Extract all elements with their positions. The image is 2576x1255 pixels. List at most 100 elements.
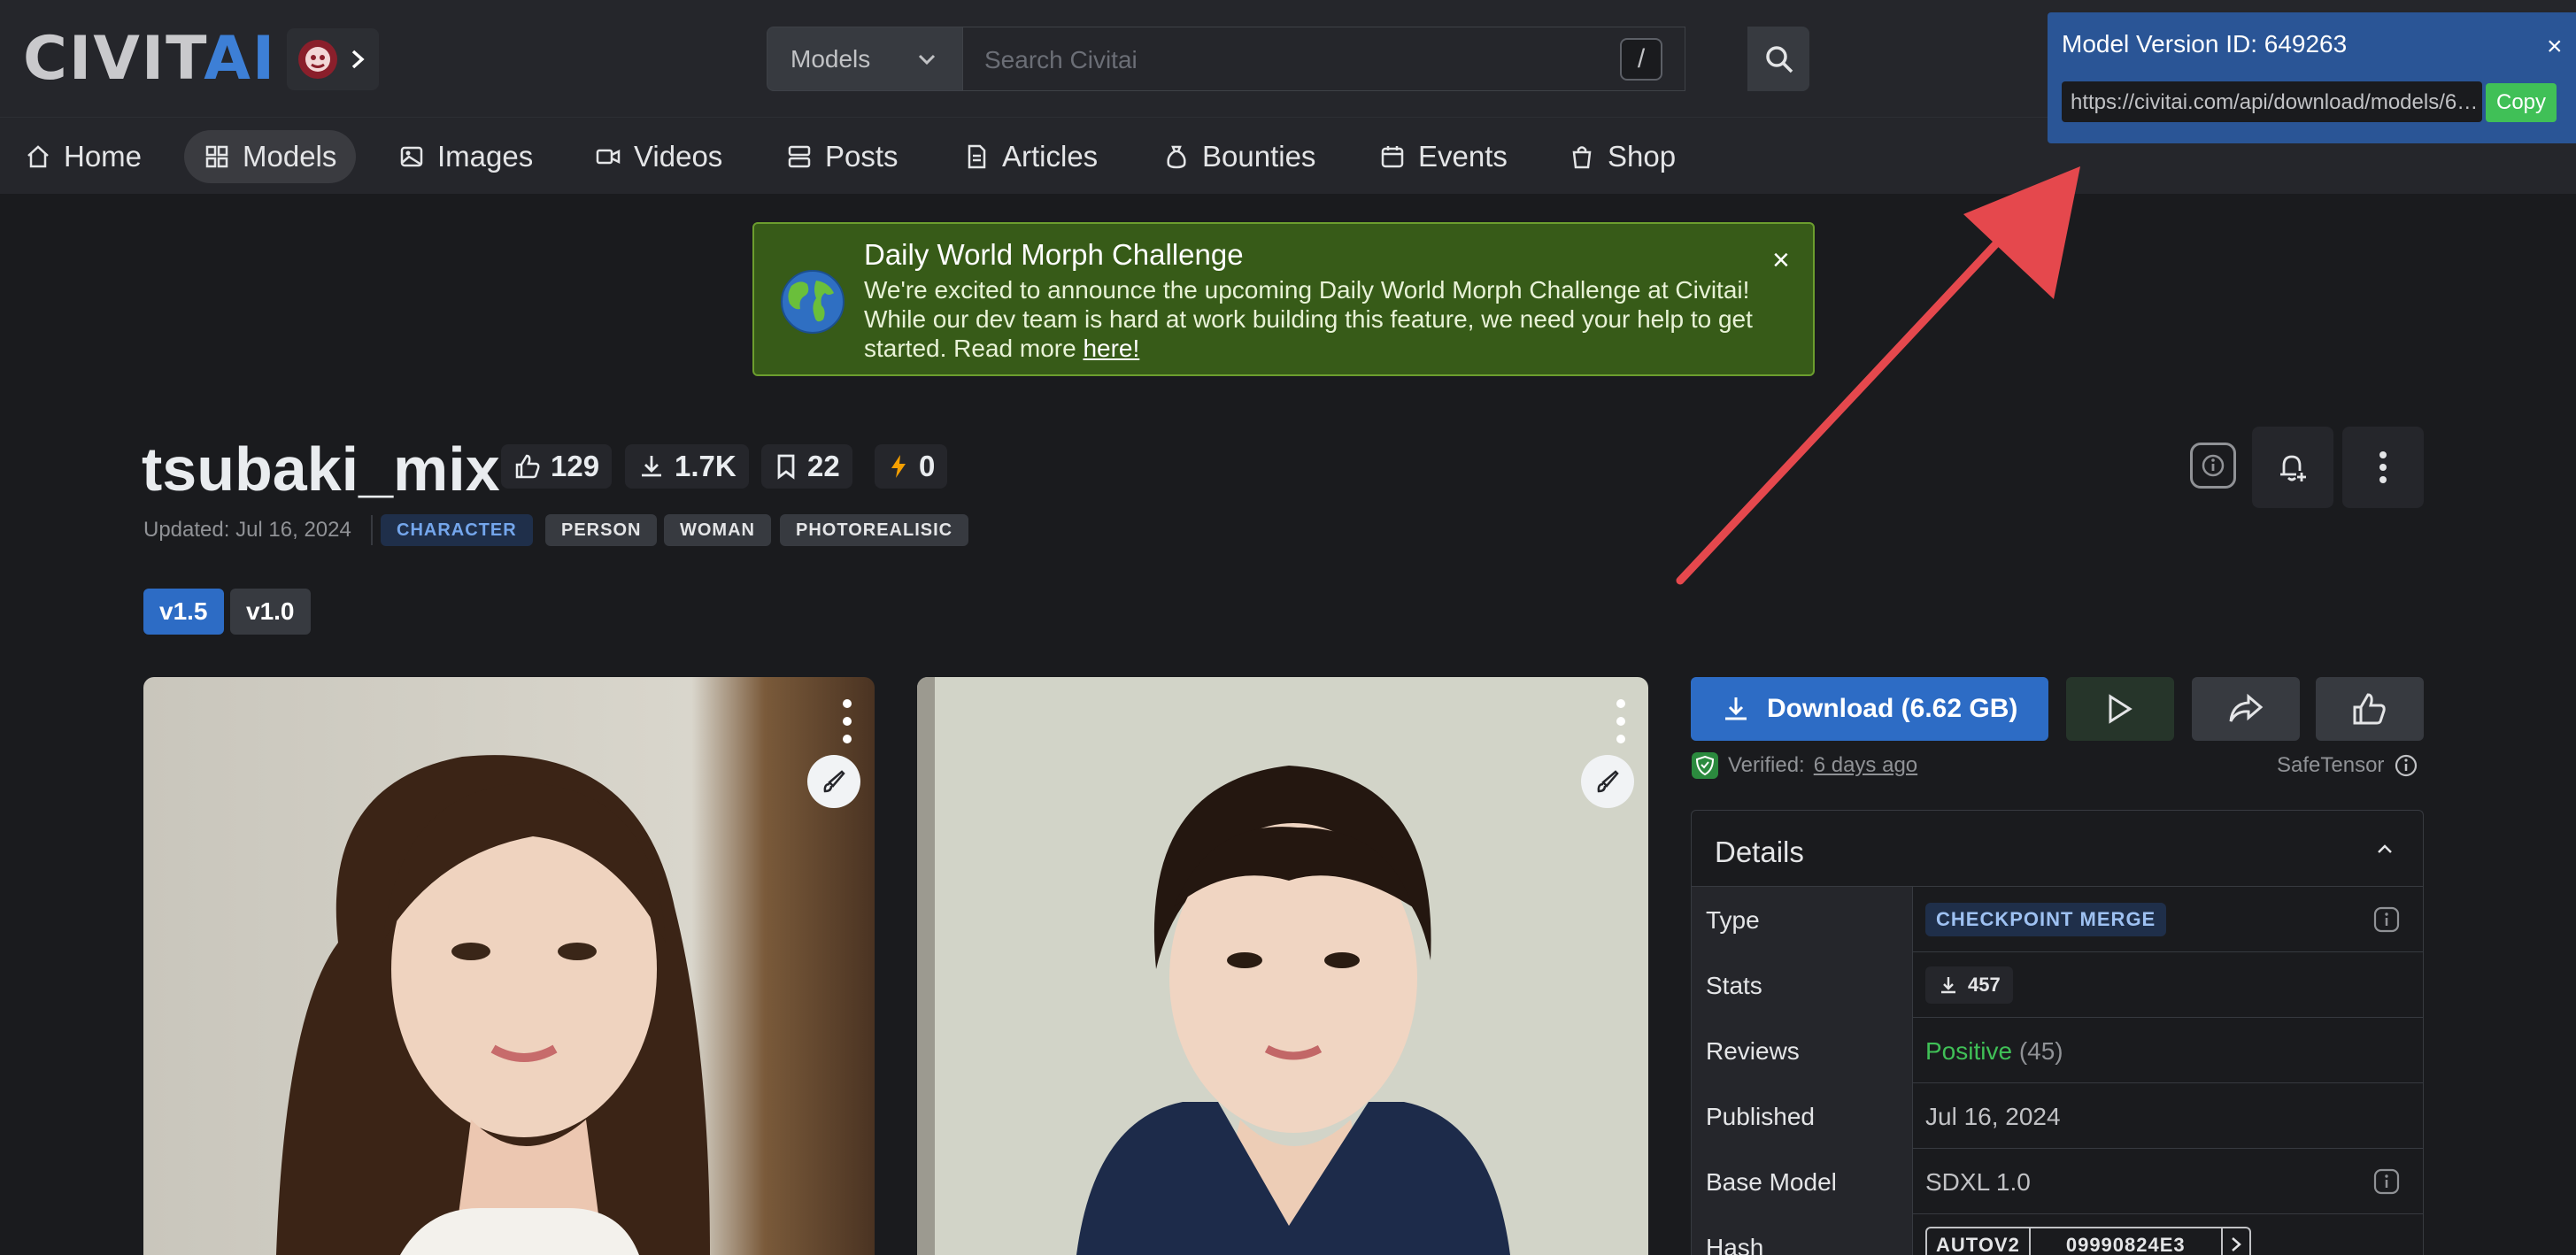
info-icon[interactable] [2395, 754, 2418, 777]
user-menu-button[interactable] [287, 28, 379, 90]
verified-label: Verified: [1728, 753, 1805, 777]
details-row-type: Type CHECKPOINT MERGE [1692, 887, 2423, 952]
downloads-count: 1.7K [675, 450, 737, 482]
download-icon [642, 456, 661, 477]
model-image-card[interactable] [143, 677, 875, 1255]
hash-type: AUTOV2 [1927, 1228, 2031, 1255]
file-format: SafeTensor [2277, 753, 2385, 777]
row-label: Type [1692, 887, 1913, 952]
nav-item-home[interactable]: Home [5, 130, 161, 183]
run-button[interactable] [2066, 677, 2174, 741]
download-label: Download (6.62 GB) [1767, 694, 2018, 723]
nav-item-images[interactable]: Images [379, 130, 552, 183]
nav-item-videos[interactable]: Videos [575, 130, 742, 183]
download-button[interactable]: Download (6.62 GB) [1691, 677, 2048, 741]
chevron-right-icon [351, 50, 365, 69]
dots-vertical-icon[interactable] [1608, 695, 1634, 748]
remix-button[interactable] [807, 755, 860, 808]
banner-read-more-link[interactable]: here! [1083, 335, 1139, 362]
row-label: Reviews [1692, 1018, 1913, 1083]
tag-person[interactable]: PERSON [545, 514, 658, 546]
downloads-stat-badge: 457 [1925, 966, 2013, 1004]
divider [371, 515, 373, 545]
details-row-stats: Stats 457 [1692, 952, 2423, 1018]
base-model-value: SDXL 1.0 [1925, 1168, 2031, 1196]
grid-icon [205, 145, 228, 168]
chevron-right-icon [2231, 1237, 2241, 1251]
more-options-button[interactable] [2342, 427, 2424, 508]
bookmarks-stat[interactable]: 22 [761, 444, 852, 489]
search-category-select[interactable]: Models [767, 27, 963, 91]
announcement-banner: Daily World Morph Challenge We're excite… [752, 222, 1815, 376]
nav-item-bounties[interactable]: Bounties [1144, 130, 1335, 183]
nav-item-events[interactable]: Events [1360, 130, 1527, 183]
notify-button[interactable] [2252, 427, 2333, 508]
remix-button[interactable] [1581, 755, 1634, 808]
likes-stat[interactable]: 129 [501, 444, 613, 489]
details-title: Details [1715, 835, 1804, 868]
version-tab-v1-0[interactable]: v1.0 [230, 589, 311, 635]
search-shortcut-key: / [1620, 38, 1662, 81]
share-button[interactable] [2192, 677, 2300, 741]
nav-item-articles[interactable]: Articles [944, 130, 1117, 183]
row-label: Stats [1692, 952, 1913, 1018]
row-label: Published [1692, 1083, 1913, 1149]
info-icon[interactable] [2373, 1168, 2400, 1195]
moneybag-icon [1167, 145, 1186, 169]
nav-label: Bounties [1202, 140, 1316, 173]
nav-label: Videos [634, 140, 723, 173]
tag-woman[interactable]: WOMAN [664, 514, 771, 546]
bell-plus-icon [2280, 455, 2306, 481]
tag-photorealisic[interactable]: PHOTOREALISIC [780, 514, 969, 546]
safetensor-label: SafeTensor [2277, 753, 2418, 778]
globe-icon [781, 270, 845, 334]
info-button[interactable] [2190, 443, 2236, 489]
civitai-logo[interactable]: CIVITAI [23, 29, 276, 89]
buzz-stat[interactable]: 0 [875, 444, 948, 489]
copy-button[interactable]: Copy [2486, 83, 2557, 122]
nav-item-posts[interactable]: Posts [767, 130, 918, 183]
like-button[interactable] [2316, 677, 2424, 741]
row-label: Base Model [1692, 1149, 1913, 1214]
popup-close-button[interactable]: × [2547, 32, 2563, 62]
thumbs-up-icon [2353, 693, 2386, 725]
banner-title: Daily World Morph Challenge [864, 238, 1244, 271]
nav-label: Events [1418, 140, 1508, 173]
brush-icon [1597, 770, 1619, 793]
hash-box[interactable]: AUTOV2 09990824E3 [1925, 1227, 2251, 1255]
version-tab-v1-5[interactable]: v1.5 [143, 589, 224, 635]
thumbs-up-icon [515, 454, 540, 479]
tag-character[interactable]: CHARACTER [381, 514, 533, 546]
details-panel: Details Type CHECKPOINT MERGE Stats 457 … [1691, 810, 2424, 1255]
reviews-value[interactable]: Positive (45) [1925, 1037, 2063, 1066]
video-icon [596, 149, 621, 165]
updated-date: Updated: Jul 16, 2024 [143, 518, 351, 542]
banner-close-button[interactable]: × [1772, 243, 1790, 278]
download-icon [1941, 977, 1955, 994]
article-icon [968, 144, 986, 169]
bookmark-icon [777, 454, 795, 480]
download-url-field[interactable]: https://civitai.com/api/download/models/… [2062, 81, 2482, 122]
calendar-icon [1381, 146, 1404, 168]
search-button[interactable] [1747, 27, 1809, 91]
search-bar: Models Search Civitai / [767, 27, 1809, 91]
nav-label: Posts [825, 140, 899, 173]
info-icon[interactable] [2373, 906, 2400, 933]
details-row-published: Published Jul 16, 2024 [1692, 1083, 2423, 1149]
downloads-stat: 1.7K [625, 444, 749, 489]
details-header[interactable]: Details [1692, 811, 2423, 887]
nav-label: Articles [1002, 140, 1099, 173]
chevron-down-icon [918, 54, 936, 65]
search-input[interactable]: Search Civitai / [963, 27, 1685, 91]
info-icon [2202, 454, 2225, 477]
dots-vertical-icon [2379, 451, 2387, 483]
home-icon [27, 145, 49, 168]
nav-item-models[interactable]: Models [184, 130, 357, 183]
model-image-card[interactable] [917, 677, 1648, 1255]
nav-label: Models [243, 140, 337, 173]
verified-date-link[interactable]: 6 days ago [1814, 753, 1917, 778]
share-icon [2229, 693, 2264, 722]
verified-status: Verified: 6 days ago [1691, 751, 1917, 780]
dots-vertical-icon[interactable] [834, 695, 860, 748]
review-sentiment: Positive [1925, 1037, 2013, 1065]
